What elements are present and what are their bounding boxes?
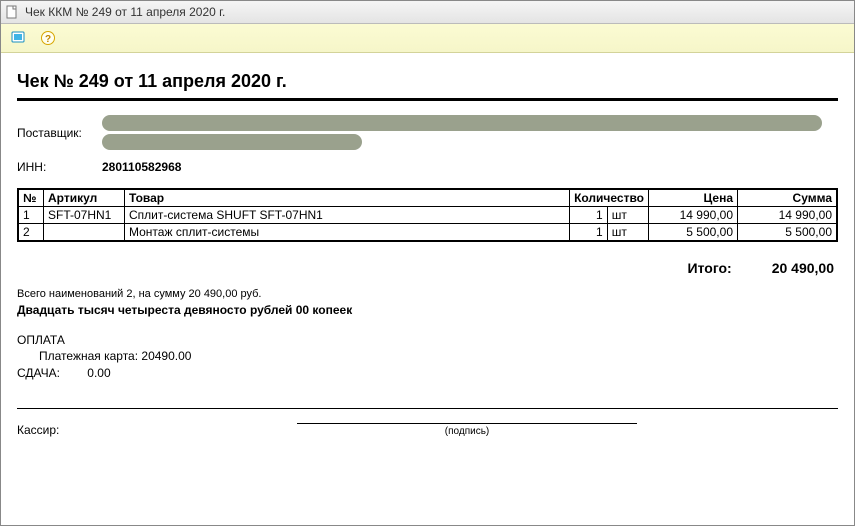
inn-label: ИНН: [17,160,102,174]
items-header-row: № Артикул Товар Количество Цена Сумма [18,189,837,207]
col-article: Артикул [44,189,125,207]
cell-price: 5 500,00 [649,224,738,242]
supplier-row: Поставщик: [17,115,838,150]
supplier-label: Поставщик: [17,126,102,140]
change-value: 0.00 [87,366,110,380]
summary-line: Всего наименований 2, на сумму 20 490,00… [17,288,838,300]
title-bar: Чек ККМ № 249 от 11 апреля 2020 г. [1,1,854,24]
cell-n: 2 [18,224,44,242]
cell-sum: 5 500,00 [738,224,838,242]
amount-in-words: Двадцать тысяч четыреста девяносто рубле… [17,303,838,317]
total-label: Итого: [688,260,732,276]
cell-sum: 14 990,00 [738,207,838,224]
cell-qty: 1 [570,207,608,224]
svg-text:?: ? [45,34,51,45]
table-row: 1 SFT-07HN1 Сплит-система SHUFT SFT-07HN… [18,207,837,224]
total-value: 20 490,00 [772,260,834,276]
window-title: Чек ККМ № 249 от 11 апреля 2020 г. [25,5,225,19]
payment-line: Платежная карта: 20490.00 [17,349,838,363]
cell-unit: шт [607,207,648,224]
signature-field: (подпись) [297,423,637,437]
signature-caption: (подпись) [297,426,637,437]
change-label: СДАЧА: [17,366,60,380]
app-window: Чек ККМ № 249 от 11 апреля 2020 г. ? Чек… [0,0,855,526]
cell-qty: 1 [570,224,608,242]
toolbar: ? [1,24,854,53]
payment-block: ОПЛАТА Платежная карта: 20490.00 СДАЧА: … [17,333,838,380]
signature-row: Кассир: (подпись) [17,423,838,437]
title-rule [17,98,838,101]
payment-header: ОПЛАТА [17,333,838,347]
change-line: СДАЧА: 0.00 [17,366,838,380]
items-table: № Артикул Товар Количество Цена Сумма 1 … [17,188,838,242]
col-qty: Количество [570,189,649,207]
cell-unit: шт [607,224,648,242]
cell-name: Сплит-система SHUFT SFT-07HN1 [125,207,570,224]
total-row: Итого: 20 490,00 [17,260,834,276]
col-name: Товар [125,189,570,207]
cashier-label: Кассир: [17,423,87,437]
table-row: 2 Монтаж сплит-системы 1 шт 5 500,00 5 5… [18,224,837,242]
document-icon [5,5,19,19]
col-price: Цена [649,189,738,207]
cell-price: 14 990,00 [649,207,738,224]
col-sum: Сумма [738,189,838,207]
supplier-value-redacted [102,115,822,150]
col-n: № [18,189,44,207]
document-body: Чек № 249 от 11 апреля 2020 г. Поставщик… [1,53,854,451]
help-button[interactable]: ? [37,27,59,49]
redacted-block [102,115,822,131]
receipt-title: Чек № 249 от 11 апреля 2020 г. [17,71,838,92]
preview-button[interactable] [7,27,29,49]
inn-value: 280110582968 [102,160,181,174]
cell-name: Монтаж сплит-системы [125,224,570,242]
redacted-block [102,134,362,150]
cell-article: SFT-07HN1 [44,207,125,224]
divider-rule [17,408,838,409]
cell-n: 1 [18,207,44,224]
cell-article [44,224,125,242]
signature-line [297,423,637,424]
inn-row: ИНН: 280110582968 [17,160,838,174]
